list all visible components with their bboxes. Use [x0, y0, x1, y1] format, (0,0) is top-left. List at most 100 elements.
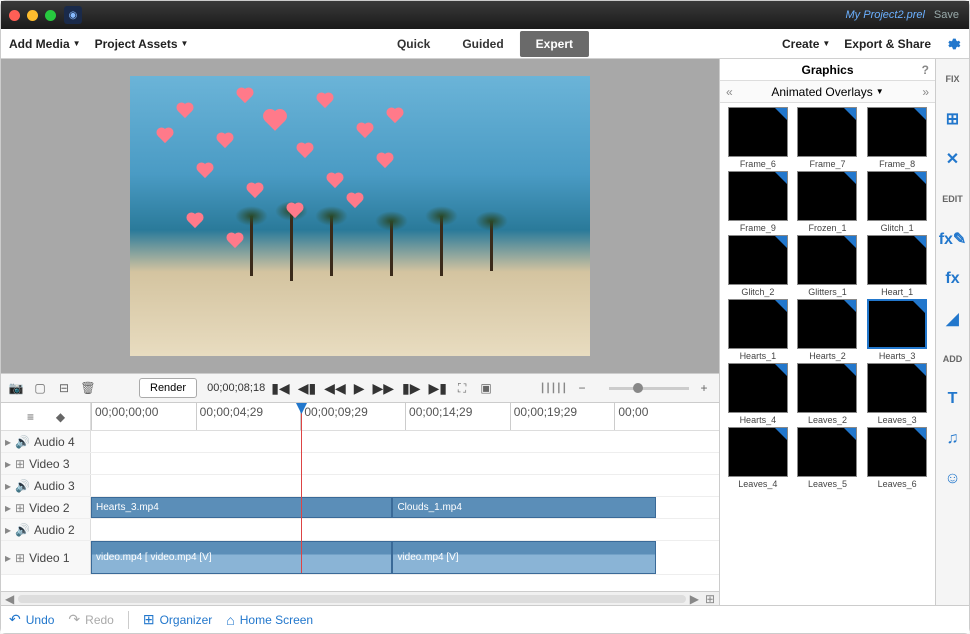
- track-body[interactable]: Hearts_3.mp4Clouds_1.mp4: [91, 497, 719, 518]
- sidebar-fix[interactable]: FIX: [941, 67, 965, 91]
- zoom-out-icon[interactable]: −: [573, 379, 591, 397]
- graphics-thumb[interactable]: Glitch_2: [724, 235, 792, 297]
- zoom-slider[interactable]: [609, 387, 689, 390]
- add-media-menu[interactable]: Add Media▼: [9, 37, 81, 51]
- redo-button[interactable]: ↷Redo: [68, 611, 113, 628]
- graphics-thumb[interactable]: Hearts_1: [724, 299, 792, 361]
- graphics-thumb[interactable]: Frame_8: [863, 107, 931, 169]
- track-header[interactable]: ▸⊞Video 1: [1, 541, 91, 574]
- forward-icon[interactable]: ▶▶: [373, 380, 395, 397]
- play-icon[interactable]: ▶: [354, 380, 365, 397]
- footer: ↶Undo ↷Redo ⊞Organizer ⌂Home Screen: [1, 605, 969, 633]
- track-row: ▸⊞Video 1video.mp4 [ video.mp4 [V]video.…: [1, 541, 719, 575]
- home-screen-button[interactable]: ⌂Home Screen: [226, 612, 313, 628]
- timeline-clip[interactable]: Clouds_1.mp4: [392, 497, 656, 518]
- project-name: My Project2.prel: [846, 9, 925, 21]
- safe-margins-icon[interactable]: ▣: [477, 379, 495, 397]
- graphics-thumb[interactable]: Leaves_5: [794, 427, 862, 489]
- maximize-window[interactable]: [45, 10, 56, 21]
- thumb-image: [728, 427, 788, 477]
- sidebar-edit[interactable]: EDIT: [941, 187, 965, 211]
- properties-icon[interactable]: ⊟: [55, 379, 73, 397]
- graphics-thumb[interactable]: Leaves_6: [863, 427, 931, 489]
- step-forward-icon[interactable]: ▮▶: [402, 380, 420, 397]
- sidebar-tools[interactable]: ✕: [941, 147, 965, 171]
- track-header[interactable]: ▸⊞Video 3: [1, 453, 91, 474]
- sidebar-text[interactable]: T: [941, 387, 965, 411]
- thumb-image: [797, 363, 857, 413]
- save-link[interactable]: Save: [934, 9, 959, 21]
- goto-end-icon[interactable]: ▶▮: [429, 380, 447, 397]
- timeline-options-icon[interactable]: ≡: [22, 408, 40, 426]
- thumb-label: Frame_7: [809, 159, 845, 169]
- track-body[interactable]: [91, 431, 719, 452]
- track-header[interactable]: ▸🔊Audio 4: [1, 431, 91, 452]
- sidebar-smiley[interactable]: ☺: [941, 467, 965, 491]
- graphics-thumb[interactable]: Frozen_1: [794, 171, 862, 233]
- settings-icon[interactable]: [945, 36, 961, 52]
- timeline-clip[interactable]: video.mp4 [ video.mp4 [V]: [91, 541, 392, 574]
- panel-category[interactable]: « Animated Overlays▼ »: [720, 81, 935, 103]
- timeline-scrollbar[interactable]: ◀▶⊞: [1, 591, 719, 605]
- graphics-thumb[interactable]: Heart_1: [863, 235, 931, 297]
- sidebar-add[interactable]: ADD: [941, 347, 965, 371]
- minimize-window[interactable]: [27, 10, 38, 21]
- track-header[interactable]: ▸🔊Audio 2: [1, 519, 91, 540]
- camera-icon[interactable]: 📷: [7, 379, 25, 397]
- timecode[interactable]: 00;00;08;18: [207, 382, 265, 394]
- project-assets-menu[interactable]: Project Assets▼: [95, 37, 189, 51]
- step-back-icon[interactable]: ◀▮: [298, 380, 316, 397]
- category-next-icon[interactable]: »: [922, 85, 929, 99]
- track-body[interactable]: [91, 519, 719, 540]
- track-body[interactable]: [91, 453, 719, 474]
- track-body[interactable]: video.mp4 [ video.mp4 [V]video.mp4 [V]: [91, 541, 719, 574]
- rewind-icon[interactable]: ◀◀: [324, 380, 346, 397]
- graphics-thumb[interactable]: Frame_9: [724, 171, 792, 233]
- app-icon: ◉: [64, 6, 82, 24]
- timeline-tracks: ▸🔊Audio 4▸⊞Video 3▸🔊Audio 3▸⊞Video 2Hear…: [1, 431, 719, 591]
- sidebar-adjust[interactable]: ⊞: [941, 107, 965, 131]
- graphics-thumb[interactable]: Leaves_2: [794, 363, 862, 425]
- snap-icon[interactable]: ◆: [52, 408, 70, 426]
- goto-start-icon[interactable]: ▮◀: [271, 380, 289, 397]
- graphics-thumb[interactable]: Leaves_4: [724, 427, 792, 489]
- graphics-thumb[interactable]: Frame_6: [724, 107, 792, 169]
- graphics-thumb[interactable]: Hearts_3: [863, 299, 931, 361]
- graphics-thumb[interactable]: Glitch_1: [863, 171, 931, 233]
- timeline-ruler: ≡ ◆ 00;00;00;0000;00;04;2900;00;09;2900;…: [1, 403, 719, 431]
- graphics-thumb[interactable]: Hearts_2: [794, 299, 862, 361]
- close-window[interactable]: [9, 10, 20, 21]
- track-row: ▸🔊Audio 3: [1, 475, 719, 497]
- fullscreen-icon[interactable]: ⛶: [453, 379, 471, 397]
- undo-button[interactable]: ↶Undo: [9, 611, 54, 628]
- track-header[interactable]: ▸🔊Audio 3: [1, 475, 91, 496]
- create-menu[interactable]: Create▼: [782, 37, 830, 51]
- playhead[interactable]: [301, 403, 302, 573]
- render-button[interactable]: Render: [139, 378, 197, 398]
- ruler-tick: 00;00;19;29: [510, 403, 615, 430]
- graphics-thumb[interactable]: Leaves_3: [863, 363, 931, 425]
- ruler-tick: 00;00: [614, 403, 719, 430]
- tab-expert[interactable]: Expert: [520, 31, 589, 57]
- timeline-clip[interactable]: Hearts_3.mp4: [91, 497, 392, 518]
- graphics-thumb[interactable]: Hearts_4: [724, 363, 792, 425]
- sidebar-music[interactable]: ♫: [941, 427, 965, 451]
- help-icon[interactable]: ?: [922, 63, 929, 77]
- sidebar-fx-brush[interactable]: fx✎: [941, 227, 965, 251]
- tab-guided[interactable]: Guided: [446, 31, 519, 57]
- thumb-label: Frozen_1: [808, 223, 846, 233]
- graphics-thumb[interactable]: Frame_7: [794, 107, 862, 169]
- organizer-button[interactable]: ⊞Organizer: [143, 611, 212, 628]
- graphics-thumb[interactable]: Glitters_1: [794, 235, 862, 297]
- zoom-in-icon[interactable]: +: [695, 379, 713, 397]
- category-prev-icon[interactable]: «: [726, 85, 733, 99]
- marker-icon[interactable]: ▢: [31, 379, 49, 397]
- track-header[interactable]: ▸⊞Video 2: [1, 497, 91, 518]
- export-share[interactable]: Export & Share: [844, 37, 931, 51]
- sidebar-color[interactable]: ◢: [941, 307, 965, 331]
- trash-icon[interactable]: 🗑: [79, 379, 97, 397]
- timeline-clip[interactable]: video.mp4 [V]: [392, 541, 656, 574]
- sidebar-fx[interactable]: fx: [941, 267, 965, 291]
- track-body[interactable]: [91, 475, 719, 496]
- tab-quick[interactable]: Quick: [381, 31, 446, 57]
